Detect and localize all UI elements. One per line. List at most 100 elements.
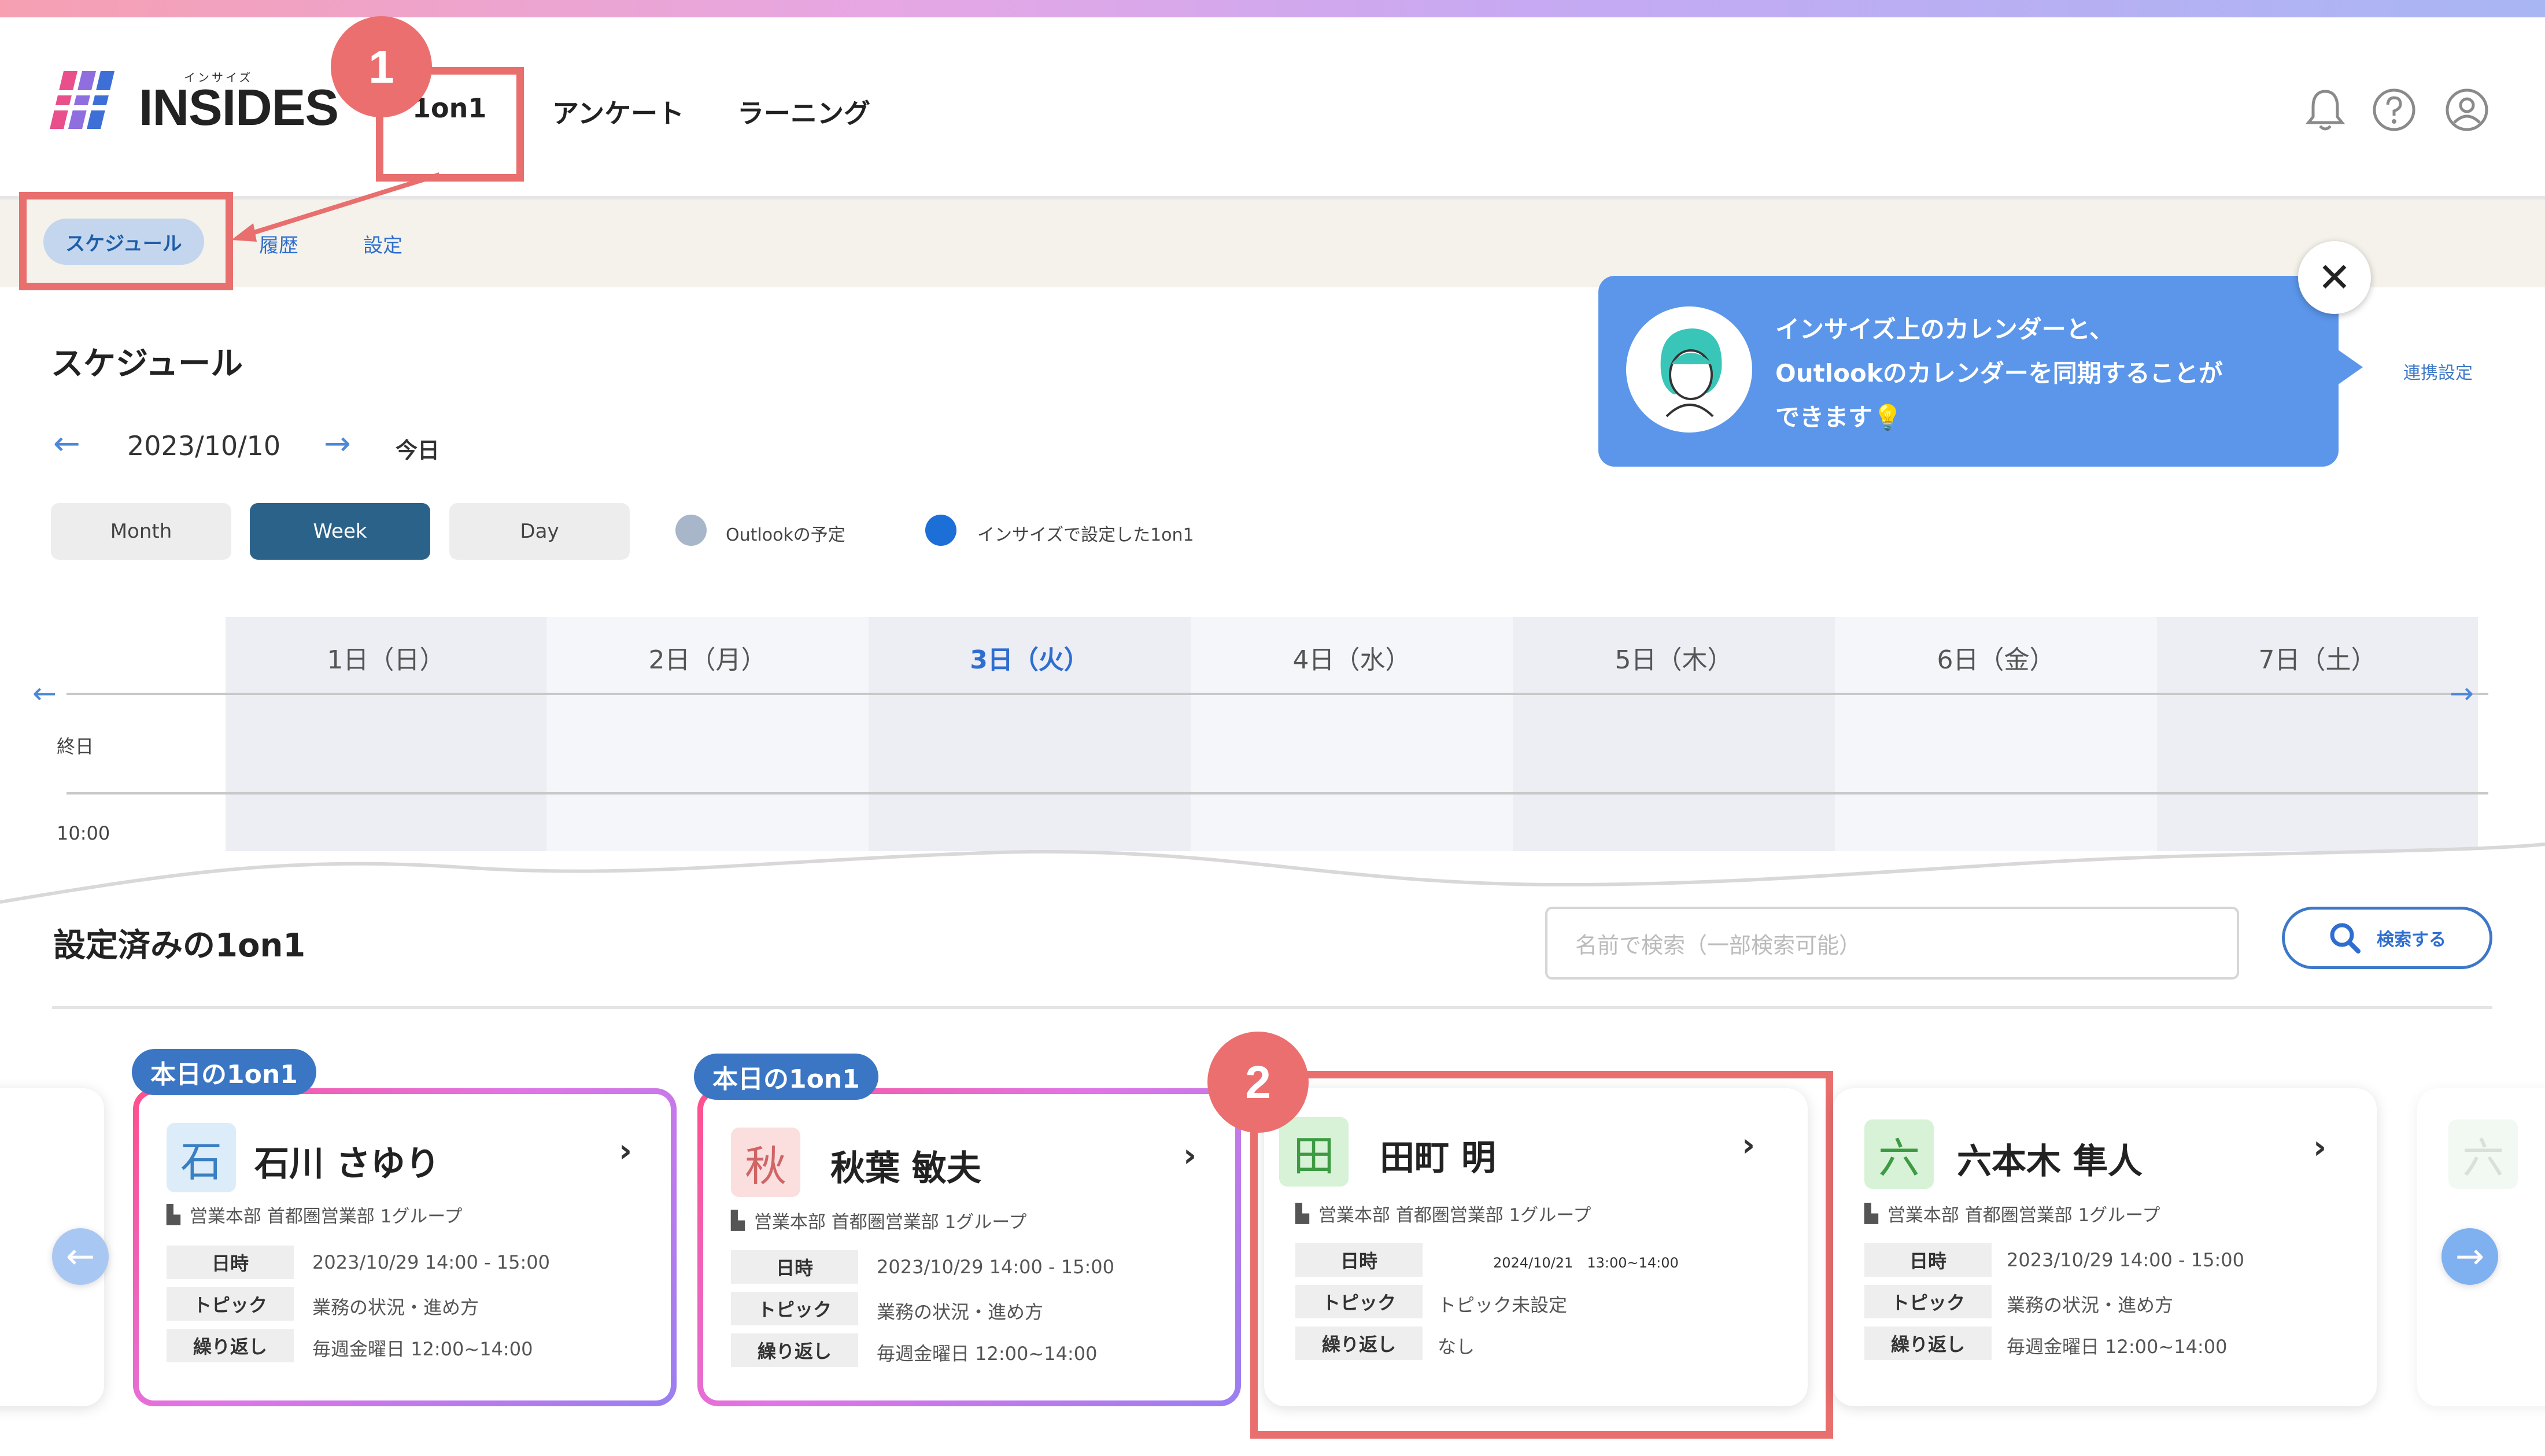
day-header: 6日（金） (1937, 645, 2055, 675)
card-repeat: 毎週金曜日 12:00~14:00 (312, 1338, 533, 1360)
bell-icon[interactable] (2304, 87, 2347, 133)
top-gradient-bar (0, 0, 2545, 17)
view-week-button[interactable]: Week (250, 503, 430, 560)
banner-close-button[interactable]: ✕ (2298, 241, 2371, 314)
view-day-button[interactable]: Day (449, 503, 630, 560)
day-header: 5日（木） (1615, 645, 1733, 675)
card-dept-text: 営業本部 首都圏営業部 1グループ (1887, 1205, 2160, 1226)
brand-name: INSIDES (139, 79, 339, 136)
legend-insides-dot (925, 515, 956, 546)
nav-tab-survey[interactable]: アンケート (552, 93, 684, 131)
card-repeat: 毎週金曜日 12:00~14:00 (877, 1343, 1098, 1365)
callout-number-1: 1 (331, 16, 432, 117)
card-name: 六本木 隼人 (1957, 1141, 2143, 1182)
day-column[interactable]: 6日（金） (1835, 617, 2157, 851)
card-dept-text: 営業本部 首都圏営業部 1グループ (189, 1206, 463, 1227)
week-prev-arrow-icon[interactable]: ← (32, 677, 57, 710)
user-icon[interactable] (2444, 87, 2488, 133)
avatar: 六 (1864, 1119, 1934, 1189)
card-date: 2023/10/29 14:00 - 15:00 (312, 1251, 550, 1273)
help-icon[interactable] (2371, 87, 2415, 133)
carousel-next-button[interactable]: → (2441, 1228, 2498, 1285)
insides-logo-mark (47, 68, 128, 134)
card-dept: ▙ 営業本部 首都圏営業部 1グループ (731, 1207, 1026, 1233)
chevron-right-icon[interactable]: › (1183, 1137, 1196, 1174)
grid-week-line (67, 693, 2488, 695)
callout-number-2: 2 (1207, 1032, 1309, 1133)
today-button[interactable]: 今日 (396, 433, 439, 464)
day-column[interactable]: 4日（水） (1191, 617, 1513, 851)
building-icon: ▙ (167, 1204, 180, 1225)
card-date: 2023/10/29 14:00 - 15:00 (2007, 1249, 2244, 1271)
oneonone-card[interactable]: 秋 秋葉 敏夫 › ▙ 営業本部 首都圏営業部 1グループ 日時 2023/10/… (697, 1088, 1241, 1406)
label-topic: トピック (731, 1292, 858, 1325)
card-date: 2023/10/29 14:00 - 15:00 (877, 1256, 1114, 1278)
prev-date-arrow-icon[interactable]: ← (53, 425, 80, 463)
day-column[interactable]: 7日（土） (2157, 617, 2478, 851)
oneonone-card[interactable]: 石 石川 さゆり › ▙ 営業本部 首都圏営業部 1グループ 日時 2023/10… (133, 1088, 677, 1406)
callout-arrow (231, 172, 441, 242)
day-header: 2日（月） (648, 645, 767, 675)
view-month-button[interactable]: Month (51, 503, 231, 560)
day-column[interactable]: 5日（木） (1513, 617, 1835, 851)
next-date-arrow-icon[interactable]: → (324, 425, 351, 463)
day-column-today[interactable]: 3日（火） (869, 617, 1191, 851)
day-header-today: 3日（火） (970, 645, 1089, 675)
card-name: 秋葉 敏夫 (830, 1148, 981, 1189)
today-badge: 本日の1on1 (132, 1049, 316, 1095)
day-header: 1日（日） (327, 645, 445, 675)
carousel-prev-button[interactable]: ← (52, 1228, 109, 1285)
search-button-label: 検索する (2377, 930, 2446, 950)
day-column[interactable]: 2日（月） (546, 617, 869, 851)
oneonone-card[interactable]: 六 六本木 隼人 › ▙ 営業本部 首都圏営業部 1グループ 日時 2023/10… (1833, 1088, 2377, 1406)
building-icon: ▙ (731, 1210, 745, 1231)
week-grid: 1日（日） 2日（月） 3日（火） 4日（水） 5日（木） 6日（金） 7日（土… (226, 617, 2478, 851)
sync-settings-link[interactable]: 連携設定 (2403, 359, 2473, 384)
week-next-arrow-icon[interactable]: → (2450, 677, 2474, 710)
day-header: 4日（水） (1292, 645, 1411, 675)
nav-tab-learning[interactable]: ラーニング (737, 93, 870, 131)
label-date: 日時 (167, 1246, 294, 1279)
legend-insides-label: インサイズで設定した1on1 (977, 525, 1194, 545)
banner-line-3: できます💡 (1775, 403, 1903, 431)
row-label-allday: 終日 (57, 736, 94, 757)
grid-row-line (67, 792, 2488, 794)
label-repeat: 繰り返し (167, 1329, 294, 1362)
today-badge: 本日の1on1 (694, 1054, 878, 1100)
callout-box-schedule (19, 192, 233, 290)
card-topic: 業務の状況・進め方 (877, 1301, 1044, 1323)
mascot-avatar-icon (1626, 306, 1752, 433)
search-input[interactable]: 名前で検索（一部検索可能） (1545, 907, 2239, 980)
callout-box-card (1250, 1071, 1833, 1439)
card-repeat: 毎週金曜日 12:00~14:00 (2007, 1336, 2228, 1358)
current-date: 2023/10/10 (127, 430, 281, 461)
card-topic: 業務の状況・進め方 (312, 1296, 479, 1318)
chevron-right-icon[interactable]: › (2313, 1129, 2326, 1166)
list-title: 設定済みの1on1 (53, 927, 306, 964)
chevron-right-icon[interactable]: › (619, 1132, 632, 1170)
card-name: 石川 さゆり (254, 1144, 440, 1184)
building-icon: ▙ (1864, 1203, 1878, 1224)
label-repeat: 繰り返し (1864, 1326, 1992, 1360)
legend-outlook-dot (675, 515, 707, 546)
card-dept-text: 営業本部 首都圏営業部 1グループ (753, 1212, 1027, 1233)
schedule-title: スケジュール (51, 345, 243, 383)
list-divider (52, 1006, 2492, 1009)
day-column[interactable]: 1日（日） (226, 617, 546, 851)
banner-message: インサイズ上のカレンダーと、 Outlookのカレンダーを同期することが できま… (1775, 308, 2223, 439)
banner-pointer (2334, 347, 2363, 387)
label-date: 日時 (1864, 1243, 1992, 1277)
card-dept: ▙ 営業本部 首都圏営業部 1グループ (1864, 1200, 2160, 1226)
card-dept: ▙ 営業本部 首都圏営業部 1グループ (167, 1202, 462, 1228)
day-header: 7日（土） (2258, 645, 2377, 675)
label-repeat: 繰り返し (731, 1333, 858, 1367)
label-topic: トピック (1864, 1285, 1992, 1318)
avatar: 秋 (731, 1128, 800, 1197)
avatar: 六 (2448, 1119, 2518, 1189)
search-button[interactable]: 検索する (2282, 907, 2492, 969)
app-root: { "app": {"brand": "INSIDES", "brand_kan… (0, 0, 2545, 1456)
banner-line-2: Outlookのカレンダーを同期することが (1775, 359, 2223, 387)
card-topic: 業務の状況・進め方 (2007, 1294, 2174, 1316)
banner-line-1: インサイズ上のカレンダーと、 (1775, 315, 2114, 343)
legend-outlook-label: Outlookの予定 (726, 525, 845, 545)
